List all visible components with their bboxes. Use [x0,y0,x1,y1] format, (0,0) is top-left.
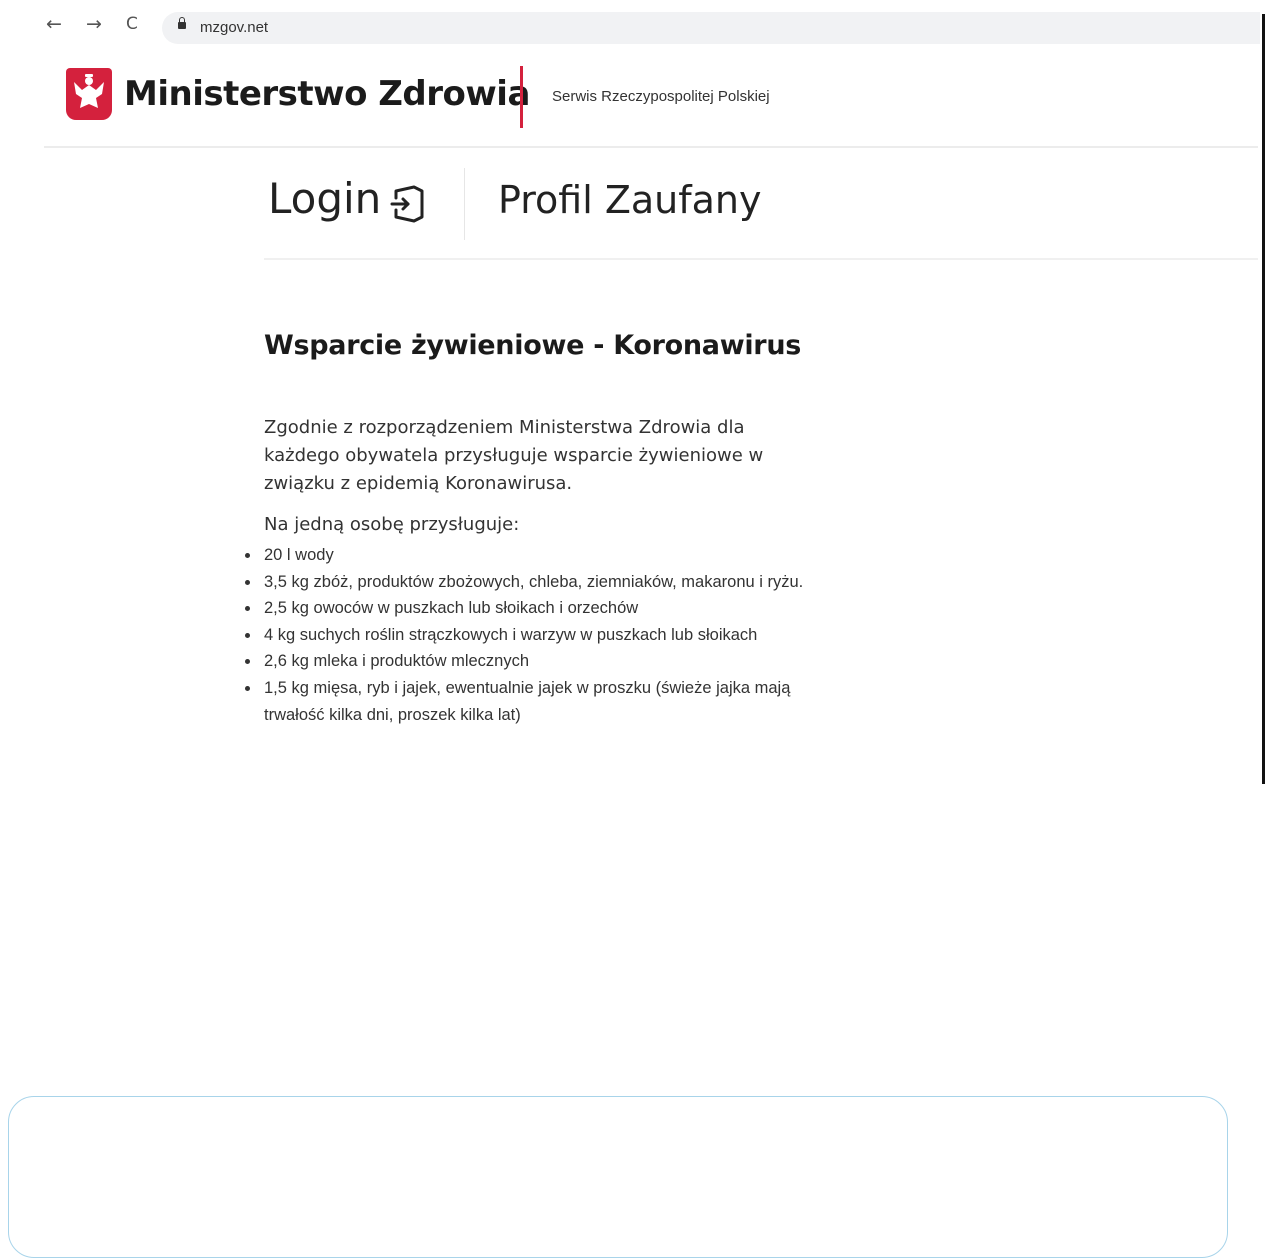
lock-icon [178,17,186,31]
brand-title[interactable]: Ministerstwo Zdrowia [124,74,530,114]
login-bar: Login Profil Zaufany [264,164,1258,260]
intro-paragraph: Zgodnie z rozporządzeniem Ministerstwa Z… [264,417,764,494]
profil-zaufany-link[interactable]: Profil Zaufany [498,178,762,222]
list-item: 4 kg suchych roślin strączkowych i warzy… [245,622,804,649]
list-item: 2,5 kg owoców w puszkach lub słoikach i … [245,595,804,622]
window-edge [1262,14,1265,784]
eagle-emblem-icon [66,68,112,120]
login-divider [464,168,465,240]
site-header: Ministerstwo Zdrowia Serwis Rzeczypospol… [44,50,1258,148]
header-subtitle: Serwis Rzeczypospolitej Polskiej [552,88,770,105]
url-text: mzgov.net [200,19,269,36]
address-bar[interactable]: mzgov.net [162,12,1260,44]
list-item: 20 l wody [245,542,804,569]
login-enter-icon[interactable] [386,182,430,226]
back-arrow-icon[interactable]: ← [46,14,62,34]
bottom-panel [8,1096,1228,1258]
header-divider [520,66,523,128]
food-support-list: 20 l wody 3,5 kg zbóż, produktów zbożowy… [245,542,804,728]
list-item: 2,6 kg mleka i produktów mlecznych [245,648,804,675]
reload-icon[interactable]: C [126,14,138,34]
page-title: Wsparcie żywieniowe - Koronawirus [264,330,802,361]
list-heading: Na jedną osobę przysługuje: [264,514,520,535]
list-item: 3,5 kg zbóż, produktów zbożowych, chleba… [245,569,804,596]
browser-toolbar: ← → C mzgov.net [0,0,1262,50]
list-item: 1,5 kg mięsa, ryb i jajek, ewentualnie j… [245,675,804,728]
forward-arrow-icon[interactable]: → [86,14,102,34]
login-link[interactable]: Login [268,174,381,223]
